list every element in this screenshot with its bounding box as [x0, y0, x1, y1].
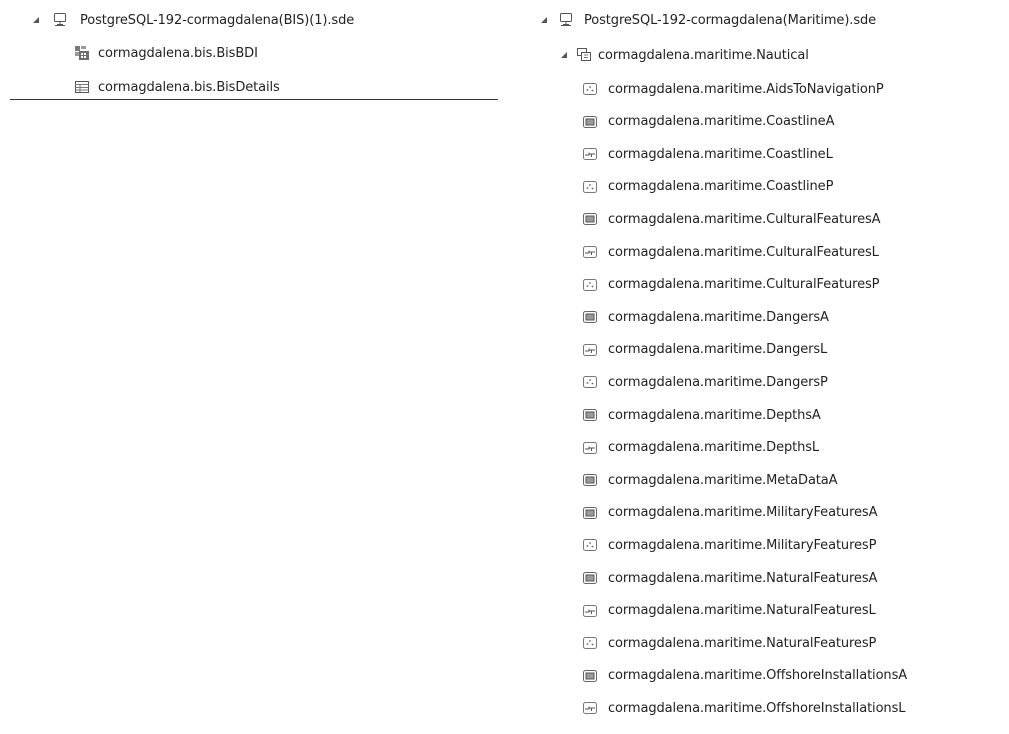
tree-node-label: cormagdalena.maritime.OffshoreInstallati… [608, 668, 908, 684]
line-feature-class-icon [582, 603, 598, 619]
tree-node-feature-class[interactable]: cormagdalena.maritime.CulturalFeaturesA [582, 208, 881, 230]
tree-node-label: cormagdalena.maritime.CulturalFeaturesP [608, 277, 880, 293]
tree-node-feature-class[interactable]: cormagdalena.maritime.MetaDataA [582, 469, 838, 491]
polygon-feature-class-icon [582, 114, 598, 130]
tree-node-label: cormagdalena.maritime.NaturalFeaturesL [608, 603, 876, 619]
point-feature-class-icon [582, 277, 598, 293]
line-feature-class-icon [582, 700, 598, 716]
tree-node-feature-class[interactable]: cormagdalena.maritime.NaturalFeaturesA [582, 567, 877, 589]
expanded-triangle-icon[interactable] [30, 14, 42, 26]
tree-node-label: cormagdalena.maritime.DepthsA [608, 407, 821, 423]
polygon-feature-class-icon [582, 570, 598, 586]
divider [10, 99, 498, 100]
tree-node-label: cormagdalena.maritime.CoastlineA [608, 114, 835, 130]
tree-node-feature-class[interactable]: cormagdalena.maritime.DangersL [582, 339, 827, 361]
tree-node-feature-class[interactable]: cormagdalena.maritime.NaturalFeaturesP [582, 632, 876, 654]
database-icon [558, 12, 574, 28]
tree-node-label: cormagdalena.maritime.NaturalFeaturesP [608, 635, 877, 651]
tree-node-label: cormagdalena.maritime.DepthsL [608, 440, 820, 456]
tree-node-label: cormagdalena.maritime.MilitaryFeaturesP [608, 537, 877, 553]
expanded-triangle-icon[interactable] [538, 14, 550, 26]
point-feature-class-icon [582, 81, 598, 97]
line-feature-class-icon [582, 342, 598, 358]
tree-node-feature-class[interactable]: cormagdalena.maritime.CulturalFeaturesP [582, 274, 879, 296]
tree-node-feature-class[interactable]: cormagdalena.maritime.CulturalFeaturesL [582, 241, 879, 263]
tree-node-label: cormagdalena.maritime.CulturalFeaturesL [608, 244, 879, 260]
point-feature-class-icon [582, 635, 598, 651]
tree-node-feature-class[interactable]: cormagdalena.maritime.OffshoreInstallati… [582, 730, 906, 734]
tree-node-feature-class[interactable]: cormagdalena.maritime.DepthsL [582, 437, 819, 459]
tree-node-label: cormagdalena.maritime.DangersP [608, 374, 828, 390]
tree-node-label: cormagdalena.bis.BisDetails [98, 79, 280, 95]
tree-node-feature-class[interactable]: cormagdalena.maritime.AidsToNavigationP [582, 78, 884, 100]
tree-node-feature-class[interactable]: cormagdalena.maritime.MilitaryFeaturesP [582, 534, 876, 556]
tree-node-feature-class[interactable]: cormagdalena.maritime.OffshoreInstallati… [582, 665, 907, 687]
tree-node-label: cormagdalena.maritime.CoastlineL [608, 146, 833, 162]
line-feature-class-icon [582, 244, 598, 260]
tree-node-label: cormagdalena.maritime.Nautical [598, 47, 809, 63]
table-icon [74, 79, 90, 95]
tree-node-feature-class[interactable]: cormagdalena.maritime.MilitaryFeaturesA [582, 502, 878, 524]
point-feature-class-icon [582, 537, 598, 553]
line-feature-class-icon [582, 146, 598, 162]
line-feature-class-icon [582, 440, 598, 456]
polygon-feature-class-icon [582, 668, 598, 684]
tree-node-label: cormagdalena.maritime.MilitaryFeaturesA [608, 505, 878, 521]
expanded-triangle-icon[interactable] [558, 49, 570, 61]
tree-node-label: cormagdalena.maritime.OffshoreInstallati… [608, 700, 906, 716]
tree-node-label: cormagdalena.maritime.NaturalFeaturesA [608, 570, 878, 586]
right-catalog-tree: PostgreSQL-192-cormagdalena(Maritime).sd… [526, 0, 1009, 734]
raster-dataset-icon [74, 45, 90, 61]
tree-node-label: PostgreSQL-192-cormagdalena(Maritime).sd… [584, 12, 877, 28]
tree-node-feature-class[interactable]: cormagdalena.maritime.CoastlineL [582, 143, 833, 165]
tree-node-connection-bis[interactable]: PostgreSQL-192-cormagdalena(BIS)(1).sde [30, 9, 354, 31]
feature-dataset-icon [576, 47, 592, 63]
tree-node-feature-class[interactable]: cormagdalena.maritime.DepthsA [582, 404, 821, 426]
polygon-feature-class-icon [582, 309, 598, 325]
tree-node-feature-class[interactable]: cormagdalena.maritime.DangersP [582, 371, 828, 393]
point-feature-class-icon [582, 179, 598, 195]
tree-node-table[interactable]: cormagdalena.bis.BisDetails [74, 76, 280, 98]
tree-node-feature-class[interactable]: cormagdalena.maritime.CoastlineA [582, 111, 834, 133]
tree-node-label: PostgreSQL-192-cormagdalena(BIS)(1).sde [80, 12, 355, 28]
tree-node-connection-maritime[interactable]: PostgreSQL-192-cormagdalena(Maritime).sd… [538, 9, 876, 31]
polygon-feature-class-icon [582, 211, 598, 227]
tree-node-label: cormagdalena.maritime.CulturalFeaturesA [608, 211, 881, 227]
database-icon [52, 12, 68, 28]
tree-node-label: cormagdalena.maritime.MetaDataA [608, 472, 838, 488]
tree-node-label: cormagdalena.maritime.AidsToNavigationP [608, 81, 884, 97]
tree-node-feature-class[interactable]: cormagdalena.maritime.NaturalFeaturesL [582, 600, 876, 622]
point-feature-class-icon [582, 374, 598, 390]
tree-node-feature-class[interactable]: cormagdalena.maritime.OffshoreInstallati… [582, 697, 905, 719]
polygon-feature-class-icon [582, 407, 598, 423]
tree-node-label: cormagdalena.maritime.DangersL [608, 342, 828, 358]
left-catalog-tree: PostgreSQL-192-cormagdalena(BIS)(1).sde … [0, 0, 498, 101]
tree-node-label: cormagdalena.bis.BisBDI [98, 45, 258, 61]
tree-node-feature-class[interactable]: cormagdalena.maritime.CoastlineP [582, 176, 833, 198]
tree-node-feature-dataset[interactable]: cormagdalena.maritime.Nautical [558, 44, 809, 66]
tree-node-feature-class[interactable]: cormagdalena.maritime.DangersA [582, 306, 829, 328]
tree-node-raster[interactable]: cormagdalena.bis.BisBDI [74, 42, 258, 64]
polygon-feature-class-icon [582, 472, 598, 488]
tree-node-label: cormagdalena.maritime.CoastlineP [608, 179, 834, 195]
tree-node-label: cormagdalena.maritime.DangersA [608, 309, 829, 325]
polygon-feature-class-icon [582, 505, 598, 521]
